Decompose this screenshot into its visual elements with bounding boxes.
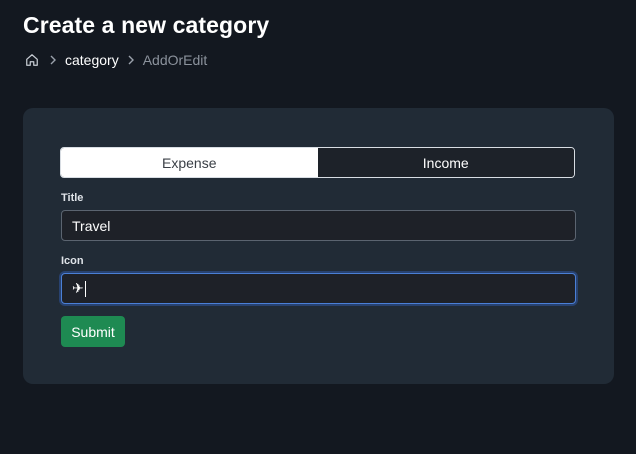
title-input-value: Travel <box>72 217 111 234</box>
toggle-option-income[interactable]: Income <box>317 148 574 177</box>
breadcrumb-item-current: AddOrEdit <box>142 52 208 68</box>
breadcrumb-item-category[interactable]: category <box>65 52 119 68</box>
breadcrumb: category AddOrEdit <box>25 51 207 69</box>
text-cursor <box>84 280 86 297</box>
icon-input-value: ✈ <box>72 280 84 296</box>
category-type-toggle: Expense Income <box>60 147 575 178</box>
chevron-right-icon <box>47 54 59 66</box>
chevron-right-icon <box>125 54 137 66</box>
icon-label: Icon <box>61 255 84 267</box>
icon-input[interactable]: ✈ <box>61 273 576 304</box>
home-icon[interactable] <box>25 53 39 67</box>
page-title: Create a new category <box>23 12 270 38</box>
title-input[interactable]: Travel <box>61 210 576 241</box>
submit-button[interactable]: Submit <box>61 316 125 347</box>
toggle-option-expense[interactable]: Expense <box>61 148 318 177</box>
category-form-card: Expense Income Title Travel Icon ✈ Submi… <box>23 108 614 384</box>
title-label: Title <box>61 192 84 204</box>
